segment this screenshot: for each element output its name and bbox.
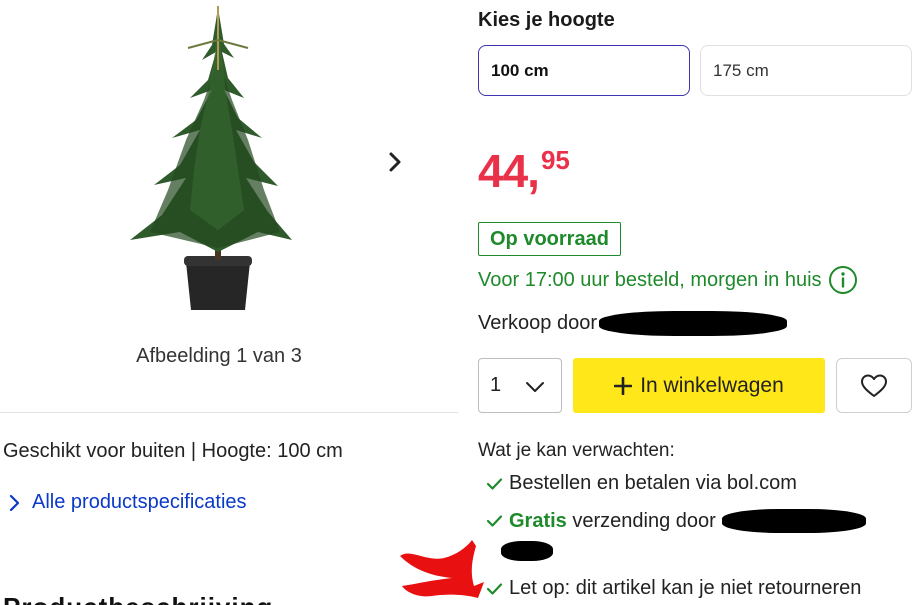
redacted-seller-name [721,509,866,533]
seller-label: Verkoop door [478,312,597,334]
christmas-tree-image[interactable] [120,0,300,322]
seller-info: Verkoop door [478,311,787,336]
product-image-gallery: Afbeelding 1 van 3 [0,0,458,400]
all-specifications-label: Alle productspecificaties [32,491,247,513]
delivery-promise: Voor 17:00 uur besteld, morgen in huis [478,265,858,295]
checkmark-icon [486,515,503,527]
usp-item: Bestellen en betalen via bol.com [486,472,797,495]
image-counter: Afbeelding 1 van 3 [136,345,302,367]
chevron-right-icon [9,494,20,511]
redacted-seller-name [598,311,787,336]
price-separator: , [527,145,540,197]
quantity-value: 1 [490,374,502,396]
section-divider [0,412,458,413]
red-annotation-arrow-icon [400,540,484,598]
usp-highlight: Gratis [509,509,567,532]
all-specifications-link[interactable]: Alle productspecificaties [8,491,247,514]
quantity-select[interactable]: 1 [478,358,562,413]
stock-badge: Op voorraad [478,222,621,256]
usp-text: Bestellen en betalen via bol.com [509,472,797,494]
chevron-right-icon [389,152,401,172]
height-option-100[interactable]: 100 cm [478,45,690,96]
delivery-text: Voor 17:00 uur besteld, morgen in huis [478,268,822,291]
checkmark-icon [486,477,503,490]
usp-text: Let op: dit artikel kan je niet retourne… [509,577,862,599]
next-image-button[interactable] [382,148,408,176]
heart-icon [861,374,887,397]
redacted-seller-name [501,541,553,561]
product-price: 44 , 95 [478,145,570,197]
usp-item: Gratis verzending door [486,509,866,533]
add-to-cart-button[interactable]: In winkelwagen [573,358,825,413]
product-description-heading: Productbeschrijving [3,592,273,605]
add-to-cart-label: In winkelwagen [640,373,784,397]
price-cents: 95 [540,145,570,175]
chevron-down-icon [526,382,544,392]
info-icon[interactable] [828,265,858,295]
height-option-175[interactable]: 175 cm [700,45,912,96]
plus-icon [614,376,633,395]
expectations-title: Wat je kan verwachten: [478,440,675,461]
usp-item: Let op: dit artikel kan je niet retourne… [486,577,861,600]
height-selector-title: Kies je hoogte [478,9,615,31]
usp-text: verzending door [572,509,716,532]
product-subtitle: Geschikt voor buiten | Hoogte: 100 cm [3,440,343,462]
price-euros: 44 [478,145,528,197]
wishlist-button[interactable] [836,358,912,413]
